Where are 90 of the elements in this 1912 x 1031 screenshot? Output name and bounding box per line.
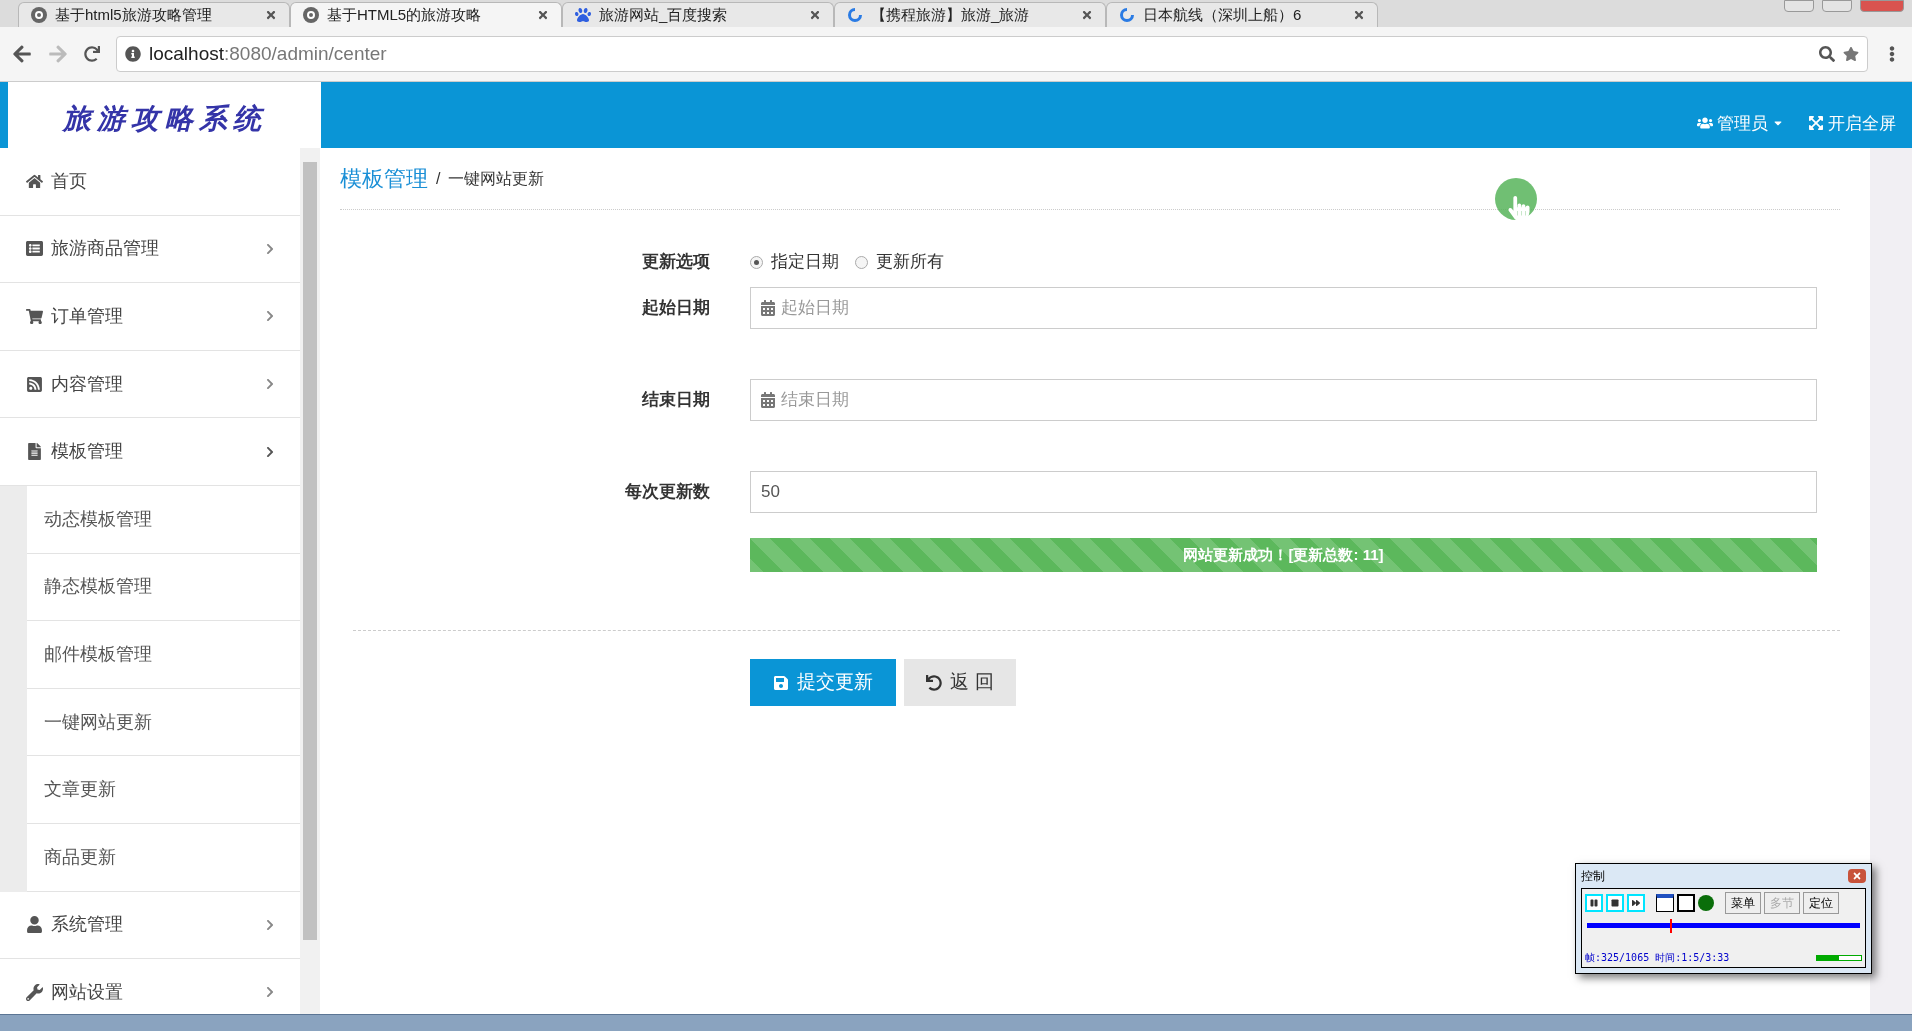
sidebar-label: 订单管理 (51, 305, 124, 328)
s-logo-icon (31, 7, 47, 23)
users-icon (1697, 115, 1713, 132)
chevron-icon (264, 378, 276, 391)
site-logo: 旅游攻略系统 (62, 101, 267, 137)
browser-tab[interactable]: 基于HTML5的旅游攻略 (290, 2, 562, 27)
pause-icon[interactable] (1585, 894, 1603, 912)
close-icon[interactable] (1081, 9, 1093, 21)
timeline-marker[interactable] (1670, 919, 1673, 933)
close-icon[interactable] (809, 9, 821, 21)
sidebar-label: 内容管理 (51, 372, 124, 396)
submenu-item[interactable]: 邮件模板管理 (27, 621, 300, 689)
close-icon[interactable] (1848, 869, 1866, 883)
close-icon[interactable] (537, 9, 549, 21)
chevron-icon (264, 445, 276, 458)
tab-title: 日本航线（深圳上船）6 (1143, 4, 1303, 25)
back-button[interactable]: 返 回 (904, 659, 1016, 706)
s-logo-icon (303, 7, 319, 23)
paw-icon (575, 7, 591, 23)
close-icon[interactable] (265, 9, 277, 21)
chevron-icon (264, 310, 276, 323)
user-icon (26, 916, 43, 934)
browser-tab[interactable]: 基于html5旅游攻略管理 (18, 2, 290, 27)
field-label: 结束日期 (641, 389, 711, 412)
browser-tab[interactable]: 【携程旅游】旅游_旅游 (834, 2, 1106, 27)
list-icon (26, 240, 43, 258)
rss-icon (26, 375, 43, 393)
date-field[interactable]: 起始日期 (750, 287, 1817, 329)
tab-title: 基于HTML5的旅游攻略 (327, 4, 483, 25)
reload-icon[interactable] (84, 46, 100, 62)
swirl-icon (847, 7, 863, 23)
star-icon[interactable] (1843, 46, 1859, 62)
cart-icon (26, 308, 43, 325)
submenu-item[interactable]: 文章更新 (27, 756, 300, 824)
progress-text: 网站更新成功！[更新总数: 11] (1183, 544, 1384, 565)
save-icon (773, 674, 789, 691)
submenu-item[interactable]: 静态模板管理 (27, 553, 300, 622)
url-text: localhost:8080/admin/center (149, 41, 387, 66)
undo-icon (926, 674, 943, 691)
chevron-icon (264, 986, 276, 999)
stop-icon[interactable] (1606, 894, 1624, 912)
fast-forward-icon[interactable] (1627, 894, 1645, 912)
calendar-icon (760, 300, 776, 316)
window-title: 控制 (1581, 868, 1605, 885)
sidebar-label: 首页 (51, 169, 88, 193)
date-field[interactable]: 结束日期 (750, 379, 1817, 421)
sidebar-label: 模板管理 (51, 440, 124, 464)
tab-title: 旅游网站_百度搜索 (599, 4, 729, 25)
fullscreen-icon[interactable] (1677, 894, 1695, 912)
breadcrumb-separator: / (436, 168, 441, 189)
tab-title: 基于html5旅游攻略管理 (55, 4, 213, 25)
tab-title: 【携程旅游】旅游_旅游 (871, 4, 1031, 25)
document-icon (26, 443, 43, 461)
sidebar-label: 网站设置 (51, 980, 124, 1004)
number-field[interactable]: 50 (750, 471, 1817, 513)
submenu-item[interactable]: 动态模板管理 (27, 485, 300, 554)
recorder-button[interactable]: 菜单 (1725, 892, 1761, 914)
calendar-icon (760, 392, 776, 408)
radio-option[interactable]: 指定日期 (750, 249, 839, 275)
chevron-icon (264, 918, 276, 931)
field-label: 起始日期 (641, 297, 711, 320)
sidebar-scrollbar[interactable] (300, 148, 320, 1014)
radio-option[interactable]: 更新所有 (855, 249, 944, 275)
zoom-icon[interactable] (1819, 46, 1835, 62)
breadcrumb-section[interactable]: 模板管理 (340, 162, 428, 195)
submenu-item[interactable]: 商品更新 (27, 823, 300, 892)
swirl-icon (1119, 7, 1135, 23)
browser-tab[interactable]: 日本航线（深圳上船）6 (1106, 2, 1378, 27)
breadcrumb-current: 一键网站更新 (448, 168, 545, 189)
field-label: 更新选项 (641, 251, 711, 274)
close-icon[interactable] (1353, 9, 1365, 21)
back-icon[interactable] (12, 44, 32, 64)
recorder-button[interactable]: 定位 (1803, 892, 1839, 914)
hand-cursor-icon (1508, 196, 1530, 220)
field-label: 每次更新数 (624, 481, 711, 504)
chevron-icon (264, 242, 276, 255)
home-icon (26, 172, 43, 190)
fit-window-icon[interactable] (1656, 894, 1674, 912)
timeline-track[interactable] (1587, 919, 1860, 933)
browser-tab[interactable]: 旅游网站_百度搜索 (562, 2, 834, 27)
page-scrollbar[interactable] (1870, 148, 1912, 1014)
address-field[interactable]: localhost:8080/admin/center (116, 36, 1868, 72)
playback-status: 帧:325/1065 时间:1:5/3:33 (1585, 951, 1731, 965)
info-icon[interactable] (125, 46, 141, 62)
wrench-icon (26, 983, 43, 1001)
volume-track[interactable] (1816, 954, 1862, 961)
expand-icon (1808, 115, 1824, 132)
submenu-item[interactable]: 一键网站更新 (27, 688, 300, 757)
sidebar-label: 旅游商品管理 (51, 237, 160, 261)
sidebar-label: 系统管理 (51, 913, 124, 937)
